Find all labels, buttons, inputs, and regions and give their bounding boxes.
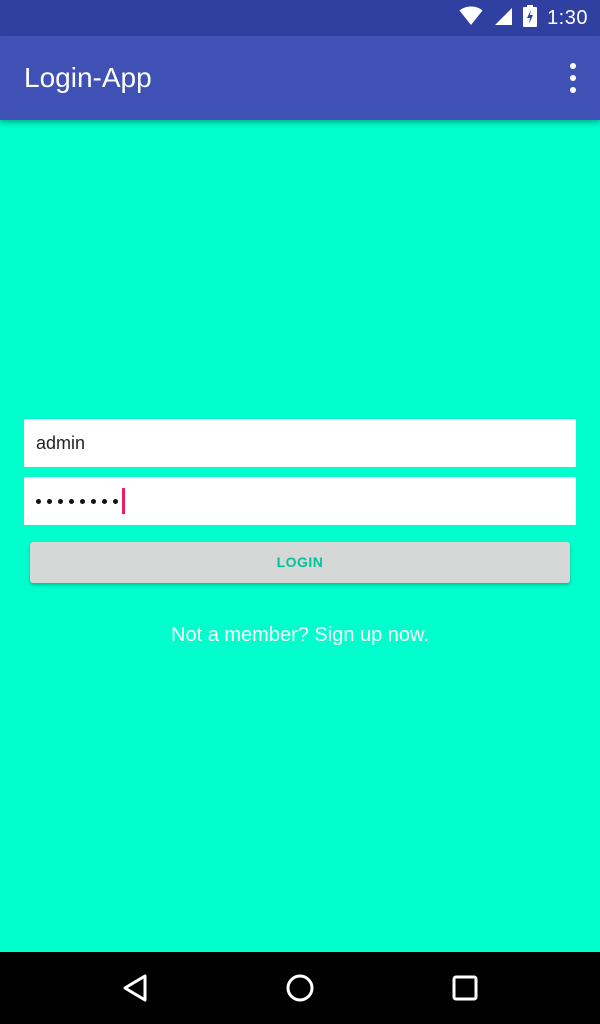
signal-icon [493, 6, 513, 31]
password-dot [80, 498, 85, 504]
password-dot [58, 498, 63, 504]
username-field[interactable]: admin [24, 419, 576, 467]
status-icons: 1:30 [459, 0, 588, 36]
home-icon[interactable] [282, 970, 318, 1006]
password-field[interactable] [24, 477, 576, 525]
battery-charging-icon [523, 4, 538, 32]
menu-dot [570, 87, 576, 93]
app-bar: Login-App [0, 36, 600, 120]
username-value: admin [36, 433, 86, 453]
recents-icon[interactable] [447, 970, 483, 1006]
password-dot [69, 498, 74, 504]
back-icon[interactable] [118, 970, 154, 1006]
password-dot [113, 498, 118, 504]
menu-dot [570, 75, 576, 81]
text-cursor [122, 488, 125, 514]
wifi-icon [459, 6, 483, 31]
login-button[interactable]: LOGIN [30, 542, 570, 583]
password-dot [102, 498, 107, 504]
nav-bar [0, 952, 600, 1024]
menu-dot [570, 63, 576, 69]
password-dot [47, 498, 52, 504]
password-dot [36, 498, 41, 504]
signup-link[interactable]: Not a member? Sign up now. [0, 624, 600, 647]
password-masked [36, 477, 125, 525]
status-bar: 1:30 [0, 0, 600, 36]
status-time: 1:30 [547, 6, 588, 29]
password-dot [91, 498, 96, 504]
app-title: Login-App [24, 62, 152, 93]
more-vert-icon[interactable] [566, 63, 580, 93]
